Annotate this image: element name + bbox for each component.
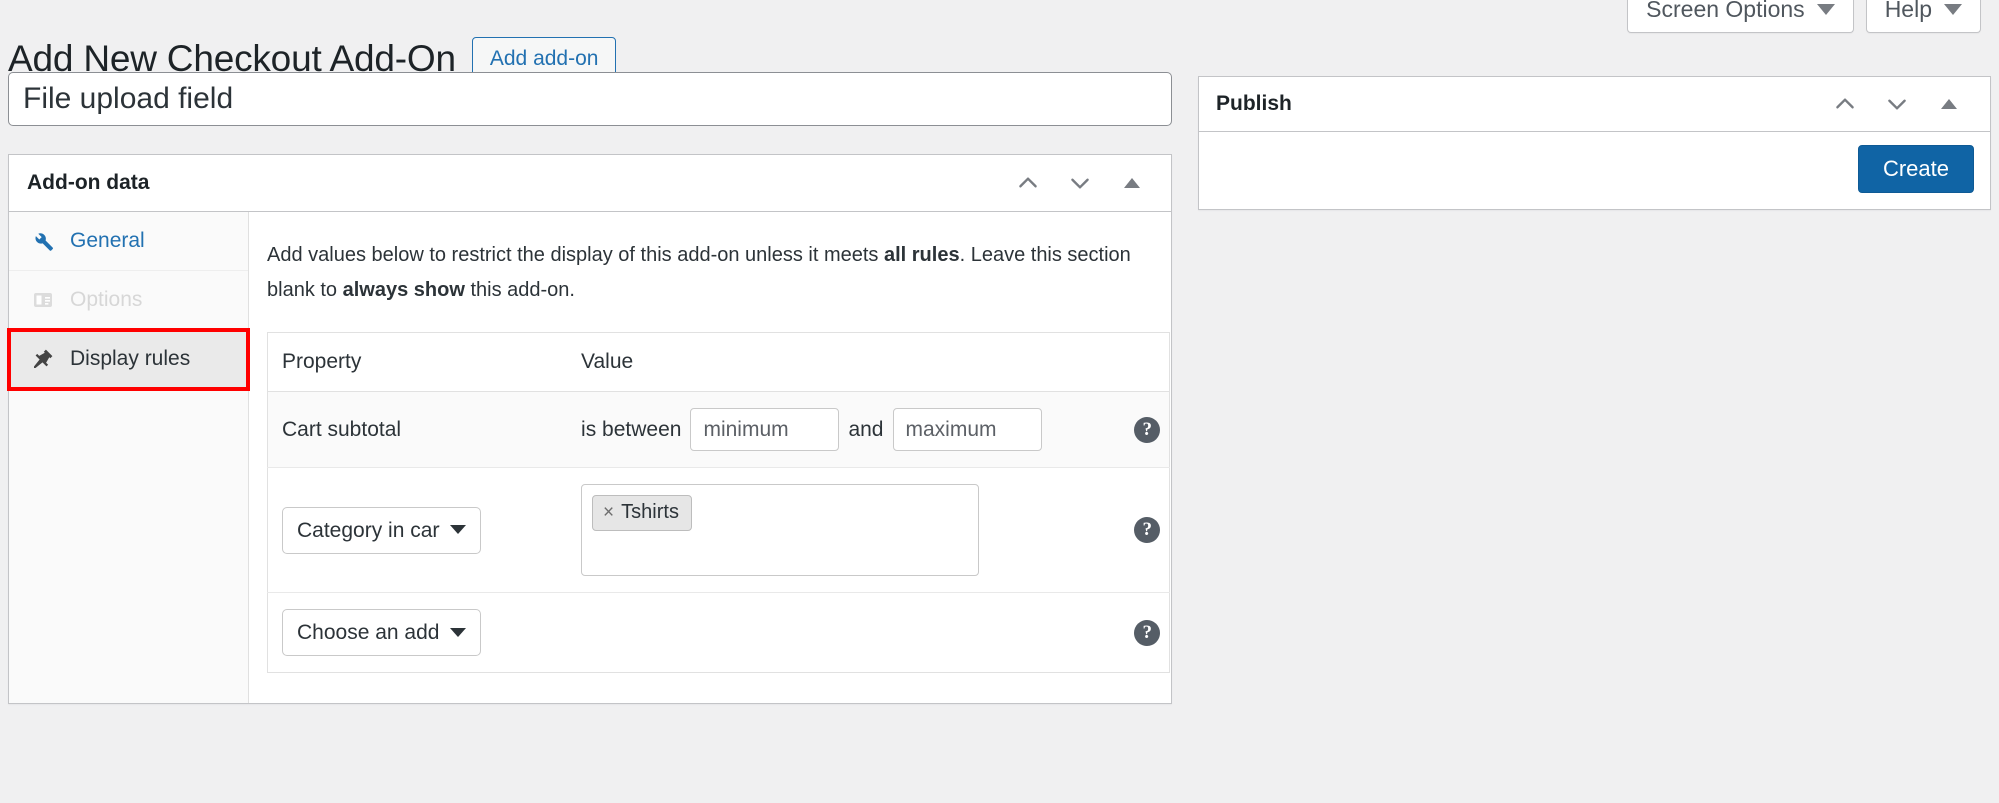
page-bottom-spacer [0, 793, 1999, 803]
move-down-icon[interactable] [1880, 87, 1914, 121]
rule-help-cell: ? [1112, 593, 1170, 673]
main-column: Add-on data [7, 72, 1172, 704]
table-row: Category in cart × Tshirts ? [267, 468, 1170, 593]
publish-panel: Publish Create [1198, 76, 1991, 210]
admin-page: Screen Options Help Add New Checkout Add… [0, 0, 1999, 803]
help-label: Help [1884, 0, 1932, 22]
column-header-property: Property [267, 332, 568, 392]
tab-general-label: General [70, 229, 145, 252]
help-icon[interactable]: ? [1134, 517, 1161, 543]
publish-panel-title: Publish [1216, 92, 1292, 115]
help-icon[interactable]: ? [1134, 416, 1161, 443]
rule-property-select-addon[interactable]: Choose an add-on [282, 609, 481, 656]
move-up-icon[interactable] [1828, 87, 1862, 121]
between-prefix-label: is between [581, 417, 682, 441]
addon-data-panel-title: Add-on data [27, 171, 150, 194]
screen-options-button[interactable]: Screen Options [1627, 0, 1854, 33]
helper-part-1: Add values below to restrict the display… [267, 244, 884, 266]
triangle-up-icon [1941, 99, 1957, 109]
display-rules-table-head: Property Value [267, 332, 1170, 392]
helper-bold-all-rules: all rules [883, 244, 960, 266]
rule-property-select-category[interactable]: Category in cart [282, 506, 481, 554]
table-row: Cart subtotal is between and [267, 391, 1170, 468]
create-button[interactable]: Create [1857, 145, 1974, 193]
addon-data-panel: Add-on data General Options Display rule… [7, 154, 1172, 704]
remove-token-icon[interactable]: × [603, 502, 614, 524]
helper-bold-always-show: always show [342, 279, 465, 301]
display-rules-table-body: Cart subtotal is between and [267, 391, 1170, 673]
pin-icon [31, 347, 55, 371]
token-input-field[interactable]: × Tshirts [581, 484, 980, 576]
options-icon [31, 288, 55, 312]
helper-part-3: this add-on. [464, 279, 575, 301]
side-column: Publish Create [1198, 76, 1991, 210]
minimum-input[interactable] [690, 408, 840, 451]
chevron-down-icon [1816, 4, 1835, 15]
screen-meta-bar: Screen Options Help [1627, 0, 1981, 33]
rule-value-cart-subtotal: is between and [567, 392, 1112, 468]
chevron-down-icon [1944, 4, 1962, 15]
maximum-input[interactable] [892, 408, 1042, 451]
addon-data-panel-body: General Options Display rules Add values… [7, 212, 1171, 703]
rule-help-cell: ? [1112, 392, 1170, 468]
toggle-panel-icon[interactable] [1115, 166, 1149, 200]
token-label: Tshirts [621, 501, 679, 523]
rule-help-cell: ? [1112, 468, 1170, 593]
column-header-value: Value [567, 332, 1112, 392]
tab-options[interactable]: Options [9, 271, 248, 330]
tab-general[interactable]: General [9, 212, 248, 271]
publish-order-actions [1828, 87, 1974, 121]
help-icon[interactable]: ? [1134, 619, 1161, 646]
table-row: Choose an add-on ? [268, 593, 1170, 673]
addon-title-field-wrap [8, 72, 1172, 126]
wrench-icon [31, 229, 55, 253]
rule-property-category-select-cell: Category in cart [268, 468, 568, 593]
tab-options-label: Options [70, 288, 143, 311]
move-down-icon[interactable] [1063, 166, 1097, 200]
display-rules-content: Add values below to restrict the display… [249, 212, 1192, 703]
display-rules-helper-text: Add values below to restrict the display… [267, 238, 1170, 308]
and-conjunction-label: and [848, 417, 884, 441]
rule-value-empty [567, 593, 1112, 673]
display-rules-table: Property Value Cart subtotal is between … [267, 332, 1170, 673]
publish-panel-body: Create [1199, 132, 1990, 209]
panel-order-actions [1011, 166, 1157, 200]
column-header-help [1111, 332, 1170, 392]
tab-display-rules-label: Display rules [70, 347, 191, 370]
rule-property-choose-addon-cell: Choose an add-on [268, 593, 568, 673]
token-tshirts[interactable]: × Tshirts [592, 495, 692, 531]
addon-title-input[interactable] [21, 81, 1159, 117]
publish-panel-header: Publish [1199, 77, 1990, 132]
triangle-up-icon [1124, 178, 1140, 188]
help-button[interactable]: Help [1865, 0, 1981, 33]
rule-property-cart-subtotal: Cart subtotal [282, 417, 402, 441]
addon-data-panel-header: Add-on data [9, 155, 1171, 212]
tab-display-rules[interactable]: Display rules [7, 328, 250, 391]
move-up-icon[interactable] [1011, 166, 1045, 200]
rule-value-category-tokens: × Tshirts [567, 468, 1112, 593]
screen-options-label: Screen Options [1646, 0, 1805, 22]
toggle-panel-icon[interactable] [1932, 87, 1966, 121]
addon-data-tabs: General Options Display rules [7, 212, 250, 703]
table-header-row: Property Value [267, 332, 1170, 392]
